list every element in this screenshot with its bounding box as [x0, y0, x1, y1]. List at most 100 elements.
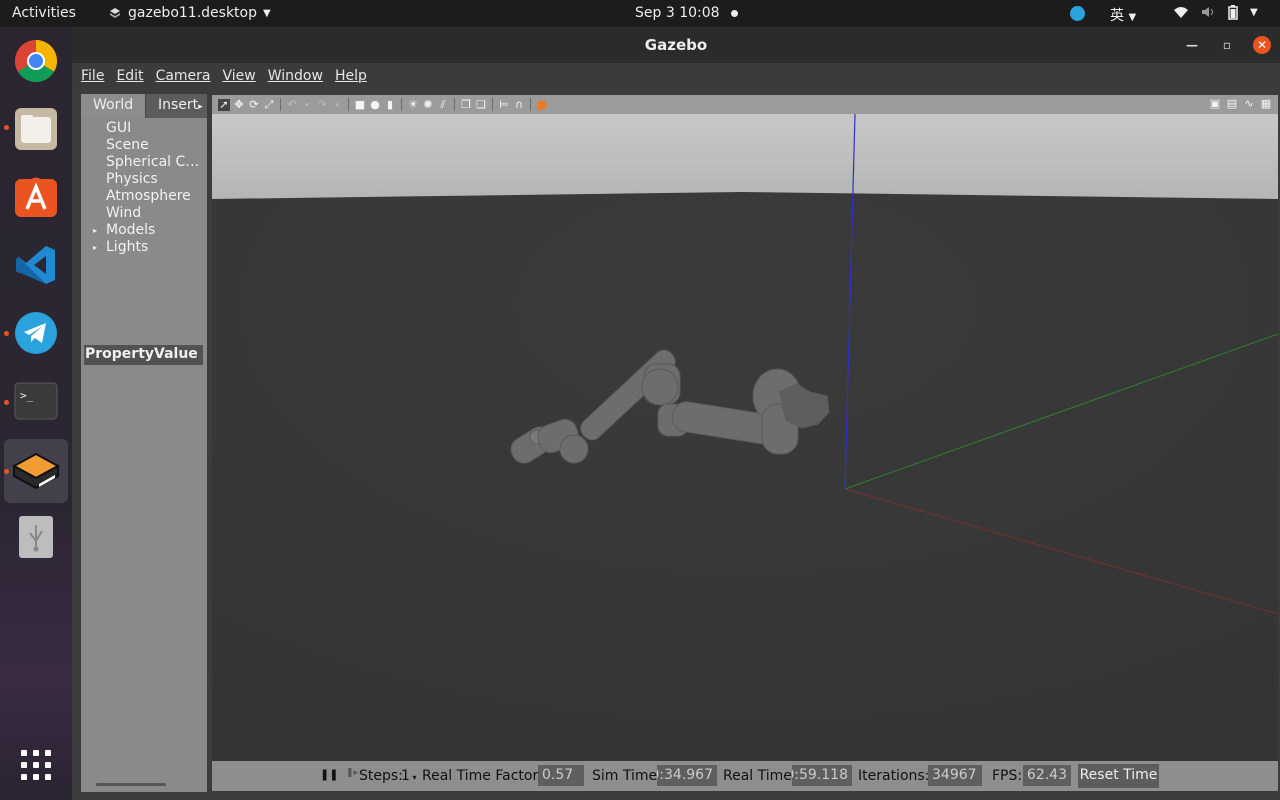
- tree-item-scene[interactable]: Scene: [81, 137, 207, 154]
- tree-item-label: Spherical Co…: [106, 154, 207, 170]
- copy-icon[interactable]: ❐: [460, 98, 472, 111]
- files-launcher[interactable]: [12, 105, 60, 153]
- menu-help[interactable]: Help: [335, 68, 367, 84]
- plot-icon[interactable]: ∿: [1243, 98, 1255, 110]
- gazebo-launcher[interactable]: [4, 439, 68, 503]
- point-light-icon[interactable]: ☀: [407, 98, 419, 111]
- tree-item-spherical-coordinates[interactable]: Spherical Co…: [81, 154, 207, 171]
- select-mode-icon[interactable]: ➚: [218, 98, 230, 111]
- tree-item-label: Scene: [106, 137, 149, 153]
- input-method-indicator[interactable]: 英 ▼: [1110, 5, 1136, 25]
- translate-mode-icon[interactable]: ✥: [233, 98, 245, 111]
- ground-plane: [212, 192, 1278, 761]
- files-icon: [15, 108, 57, 150]
- maximize-icon[interactable]: ▫: [1218, 36, 1236, 54]
- snap-icon[interactable]: ∩: [513, 98, 525, 111]
- toolbar-right-group: ▣ ▤ ∿ ▦: [1209, 98, 1272, 110]
- system-menu[interactable]: ▼: [1173, 5, 1258, 21]
- title-bar[interactable]: Gazebo — ▫ ✕: [72, 27, 1280, 63]
- pause-icon[interactable]: ❚❚: [320, 768, 338, 781]
- usb-drive-icon: [19, 516, 53, 558]
- gazebo-window: Gazebo — ▫ ✕ File Edit Camera View Windo…: [72, 27, 1280, 800]
- app-menu[interactable]: gazebo11.desktop ▼: [108, 5, 271, 21]
- sphere-shape-icon[interactable]: ●: [369, 98, 381, 111]
- iterations-value: 34967: [928, 765, 982, 786]
- activities-button[interactable]: Activities: [12, 5, 76, 21]
- directional-light-icon[interactable]: ⫽: [437, 98, 449, 111]
- chrome-launcher[interactable]: [12, 37, 60, 85]
- spin-arrows-icon: ▾: [409, 773, 417, 782]
- chrome-icon: [14, 39, 58, 83]
- menu-window[interactable]: Window: [268, 68, 323, 84]
- redo-icon[interactable]: ↷: [316, 98, 328, 111]
- video-record-icon[interactable]: ▦: [1260, 98, 1272, 110]
- paste-icon[interactable]: ❏: [475, 98, 487, 111]
- screenshot-icon[interactable]: ▣: [1209, 98, 1221, 110]
- tree-item-lights[interactable]: ▸ Lights: [81, 239, 207, 256]
- grid-icon: [21, 750, 51, 780]
- telegram-launcher[interactable]: [12, 309, 60, 357]
- minimize-icon[interactable]: —: [1183, 36, 1201, 54]
- telegram-icon: [15, 312, 57, 354]
- horizontal-scrollbar[interactable]: [96, 783, 166, 786]
- steps-value: 1: [401, 768, 410, 784]
- toolbar-separator: [401, 98, 402, 111]
- tree-item-label: Models: [106, 222, 156, 238]
- bottom-bar: ❚❚ ❚▸ Steps: 1 ▾ Real Time Factor: 0.57 …: [212, 761, 1278, 791]
- toolbar-separator: [492, 98, 493, 111]
- real-time-factor-value: 0.57: [538, 765, 584, 786]
- scene-render[interactable]: [212, 114, 1278, 761]
- tab-world[interactable]: World: [81, 94, 145, 118]
- menu-camera[interactable]: Camera: [156, 68, 211, 84]
- log-icon[interactable]: ▤: [1226, 98, 1238, 110]
- close-icon[interactable]: ✕: [1253, 36, 1271, 54]
- sim-time-label: Sim Time:: [592, 768, 662, 784]
- tab-insert[interactable]: Insert▸: [145, 94, 207, 118]
- expand-arrow-icon[interactable]: ▸: [93, 222, 97, 239]
- reset-time-button[interactable]: Reset Time: [1078, 764, 1159, 788]
- tree-item-atmosphere[interactable]: Atmosphere: [81, 188, 207, 205]
- step-icon[interactable]: ❚▸: [346, 768, 358, 778]
- show-apps-button[interactable]: [12, 741, 60, 789]
- left-panel: World Insert▸ GUI Scene Spherical Co… Ph…: [81, 94, 207, 792]
- menu-file[interactable]: File: [81, 68, 104, 84]
- align-icon[interactable]: ⊨: [498, 98, 510, 111]
- toolbar-separator: [530, 98, 531, 111]
- rotate-mode-icon[interactable]: ⟳: [248, 98, 260, 111]
- change-view-icon[interactable]: ■: [536, 98, 548, 111]
- telegram-tray-icon[interactable]: [1070, 6, 1085, 21]
- tree-item-wind[interactable]: Wind: [81, 205, 207, 222]
- box-shape-icon[interactable]: ■: [354, 98, 366, 111]
- scale-mode-icon[interactable]: ⤢: [263, 98, 275, 111]
- menu-view[interactable]: View: [223, 68, 256, 84]
- terminal-launcher[interactable]: >_: [12, 377, 60, 425]
- tree-item-gui[interactable]: GUI: [81, 120, 207, 137]
- fps-value: 62.43: [1023, 765, 1071, 786]
- toolbar-separator: [348, 98, 349, 111]
- 3d-scene[interactable]: [212, 114, 1278, 761]
- toolbar-separator: [280, 98, 281, 111]
- tab-insert-label: Insert: [158, 97, 199, 113]
- undo-icon[interactable]: ↶: [286, 98, 298, 111]
- iterations-label: Iterations:: [858, 768, 930, 784]
- undo-history-icon[interactable]: ▾: [301, 99, 313, 111]
- chevron-right-icon: ▸: [198, 102, 203, 112]
- redo-history-icon[interactable]: ▾: [331, 99, 343, 111]
- steps-spinbox[interactable]: 1 ▾: [401, 768, 416, 784]
- power-menu-icon: ▼: [1250, 7, 1258, 18]
- top-bar: Activities gazebo11.desktop ▼ Sep 3 10:0…: [0, 0, 1280, 27]
- menu-edit[interactable]: Edit: [116, 68, 143, 84]
- ime-label: 英: [1110, 8, 1124, 24]
- cylinder-shape-icon[interactable]: ▮: [384, 98, 396, 111]
- vscode-launcher[interactable]: [12, 241, 60, 289]
- window-title: Gazebo: [644, 36, 708, 54]
- tree-item-models[interactable]: ▸ Models: [81, 222, 207, 239]
- app-center-launcher[interactable]: [12, 173, 60, 221]
- clock[interactable]: Sep 3 10:08: [635, 5, 720, 21]
- expand-arrow-icon[interactable]: ▸: [93, 239, 97, 256]
- spot-light-icon[interactable]: ✺: [422, 98, 434, 111]
- usb-drive-launcher[interactable]: [12, 513, 60, 561]
- tree-item-label: Wind: [106, 205, 142, 221]
- tree-item-physics[interactable]: Physics: [81, 171, 207, 188]
- world-tree: GUI Scene Spherical Co… Physics Atmosphe…: [81, 120, 207, 256]
